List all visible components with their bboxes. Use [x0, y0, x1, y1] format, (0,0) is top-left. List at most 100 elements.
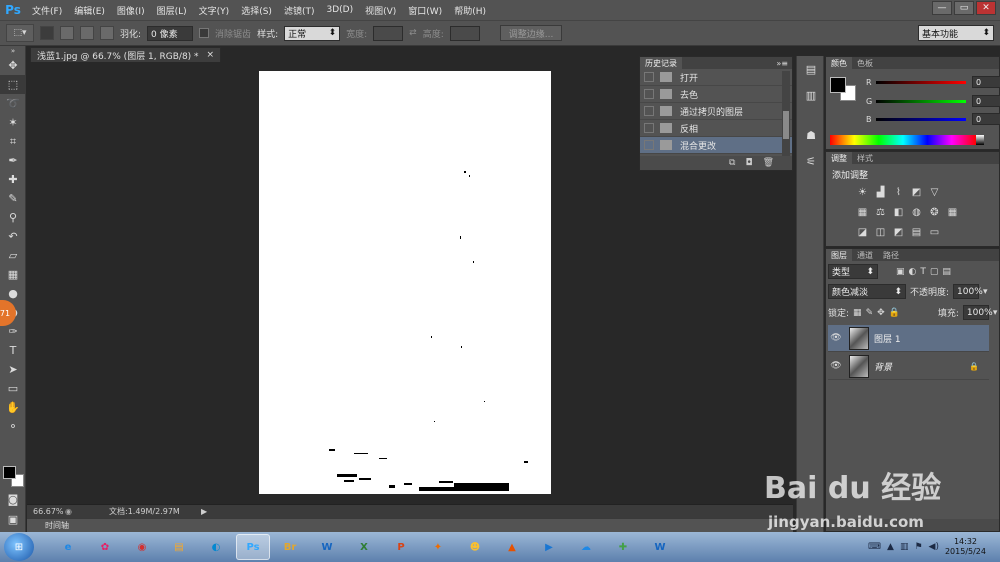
move-tool-icon[interactable]: ✥ [0, 56, 26, 75]
history-source-checkbox[interactable] [644, 72, 654, 82]
tab-history[interactable]: 历史记录 [640, 57, 682, 69]
chevron-down-icon[interactable]: ▾ [983, 287, 988, 297]
menu-view[interactable]: 视图(V) [359, 4, 402, 17]
foreground-color-swatch[interactable] [830, 77, 846, 93]
color-lookup-icon[interactable]: ▦ [946, 206, 959, 219]
type-filter-icon[interactable]: T [920, 267, 926, 277]
red-value[interactable]: 0 [972, 76, 1000, 88]
taskbar-app-word[interactable]: W [310, 534, 344, 560]
tab-channels[interactable]: 通道 [852, 249, 878, 261]
intersect-selection-mode[interactable] [100, 26, 114, 40]
timeline-bar[interactable]: 时间轴 [27, 518, 793, 532]
taskbar-app-video-player[interactable]: ▶ [532, 534, 566, 560]
history-item[interactable]: 通过拷贝的图层 [640, 103, 792, 120]
height-input[interactable] [449, 25, 480, 41]
black-white-icon[interactable]: ◧ [892, 206, 905, 219]
maximize-button[interactable]: ▭ [954, 1, 974, 15]
crop-tool-icon[interactable]: ⌗ [0, 132, 26, 151]
tool-preset-picker[interactable]: ⬚▾ [6, 24, 34, 42]
zoom-level[interactable]: 66.67% [27, 507, 65, 516]
magic-wand-tool-icon[interactable]: ✶ [0, 113, 26, 132]
taskbar-app-photoshop[interactable]: Ps [236, 534, 270, 560]
tab-adjustments[interactable]: 调整 [826, 152, 852, 164]
swap-icon[interactable]: ⇄ [409, 28, 417, 38]
close-icon[interactable]: × [207, 50, 215, 60]
tab-styles[interactable]: 样式 [852, 152, 878, 164]
taskbar-app-wps[interactable]: ✦ [421, 534, 455, 560]
invert-icon[interactable]: ◪ [856, 226, 869, 239]
healing-brush-tool-icon[interactable]: ✚ [0, 170, 26, 189]
gradient-map-icon[interactable]: ▭ [928, 226, 941, 239]
style-select[interactable]: 正常 ⬍ [284, 25, 341, 41]
layer-row[interactable]: 👁 背景 🔒 [828, 353, 989, 380]
menu-type[interactable]: 文字(Y) [193, 4, 236, 17]
collapse-toolbar-icon[interactable]: » [0, 46, 26, 56]
adjustment-filter-icon[interactable]: ◐ [909, 267, 917, 277]
taskbar-app-qq-player[interactable]: ◐ [199, 534, 233, 560]
exposure-icon[interactable]: ◩ [910, 186, 923, 199]
quick-mask-icon[interactable]: ◙ [0, 490, 26, 509]
taskbar-app-baidu-cloud[interactable]: ☁ [569, 534, 603, 560]
history-source-checkbox[interactable] [644, 89, 654, 99]
history-source-checkbox[interactable] [644, 140, 654, 150]
adjustments-panel-icon[interactable]: ⚟ [797, 148, 825, 174]
new-selection-mode[interactable] [40, 26, 54, 40]
menu-edit[interactable]: 编辑(E) [68, 4, 111, 17]
subtract-selection-mode[interactable] [80, 26, 94, 40]
lock-all-icon[interactable]: 🔒 [889, 308, 900, 318]
history-panel-icon[interactable]: ▤ [797, 56, 825, 82]
antialias-checkbox[interactable] [199, 28, 210, 38]
width-input[interactable] [373, 25, 404, 41]
info-icon[interactable]: ◉ [65, 507, 109, 516]
taskbar-app-ie[interactable]: e [51, 534, 85, 560]
hue-saturation-icon[interactable]: ▦ [856, 206, 869, 219]
levels-icon[interactable]: ▟ [874, 186, 887, 199]
lasso-tool-icon[interactable]: ➰ [0, 94, 26, 113]
selective-color-icon[interactable]: ▤ [910, 226, 923, 239]
hand-tool-icon[interactable]: ✋ [0, 398, 26, 417]
taskbar-app-chrome[interactable]: ◉ [125, 534, 159, 560]
menu-window[interactable]: 窗口(W) [402, 4, 448, 17]
chevron-down-icon[interactable]: ▾ [993, 308, 998, 318]
history-source-checkbox[interactable] [644, 123, 654, 133]
gradient-tool-icon[interactable]: ▦ [0, 265, 26, 284]
history-item[interactable]: 打开 [640, 69, 792, 86]
taskbar-app-picasa[interactable]: ✿ [88, 534, 122, 560]
rectangle-tool-icon[interactable]: ▭ [0, 379, 26, 398]
blue-value[interactable]: 0 [972, 113, 1000, 125]
panel-menu-icon[interactable]: »≡ [776, 59, 792, 68]
rectangular-marquee-tool-icon[interactable]: ⬚ [0, 75, 26, 94]
screen-mode-icon[interactable]: ▣ [0, 510, 26, 529]
minimize-button[interactable]: — [932, 1, 952, 15]
add-selection-mode[interactable] [60, 26, 74, 40]
workspace-select[interactable]: 基本功能 ⬍ [918, 25, 994, 41]
posterize-icon[interactable]: ◫ [874, 226, 887, 239]
history-scrollbar[interactable] [782, 71, 790, 157]
history-source-checkbox[interactable] [644, 106, 654, 116]
smart-object-filter-icon[interactable]: ▤ [942, 267, 951, 277]
blend-mode-select[interactable]: 颜色减淡 ⬍ [828, 284, 906, 299]
taskbar-app-explorer[interactable]: ▤ [162, 534, 196, 560]
pixel-filter-icon[interactable]: ▣ [896, 267, 905, 277]
clone-stamp-tool-icon[interactable]: ⚲ [0, 208, 26, 227]
tab-swatches[interactable]: 色板 [852, 57, 878, 69]
green-slider[interactable] [876, 99, 966, 103]
feather-input[interactable]: 0 像素 [147, 25, 194, 41]
menu-layer[interactable]: 图层(L) [151, 4, 193, 17]
menu-file[interactable]: 文件(F) [26, 4, 68, 17]
lock-position-icon[interactable]: ✥ [877, 308, 885, 318]
eyedropper-tool-icon[interactable]: ✒ [0, 151, 26, 170]
refine-edge-button[interactable]: 调整边缘... [499, 25, 563, 41]
black-white-ramp[interactable] [976, 135, 984, 145]
history-item[interactable]: 混合更改 [640, 137, 792, 154]
layer-filter-select[interactable]: 类型 ⬍ [828, 264, 878, 279]
taskbar-app-360-security[interactable]: ✚ [606, 534, 640, 560]
eye-icon[interactable]: 👁 [828, 333, 844, 343]
taskbar-app-powerpoint[interactable]: P [384, 534, 418, 560]
taskbar-app-paint[interactable]: ☻ [458, 534, 492, 560]
menu-3d[interactable]: 3D(D) [320, 5, 359, 15]
taskbar-app-matlab[interactable]: ▲ [495, 534, 529, 560]
lock-pixels-icon[interactable]: ✎ [866, 308, 874, 318]
menu-help[interactable]: 帮助(H) [448, 4, 492, 17]
menu-filter[interactable]: 滤镜(T) [278, 4, 321, 17]
